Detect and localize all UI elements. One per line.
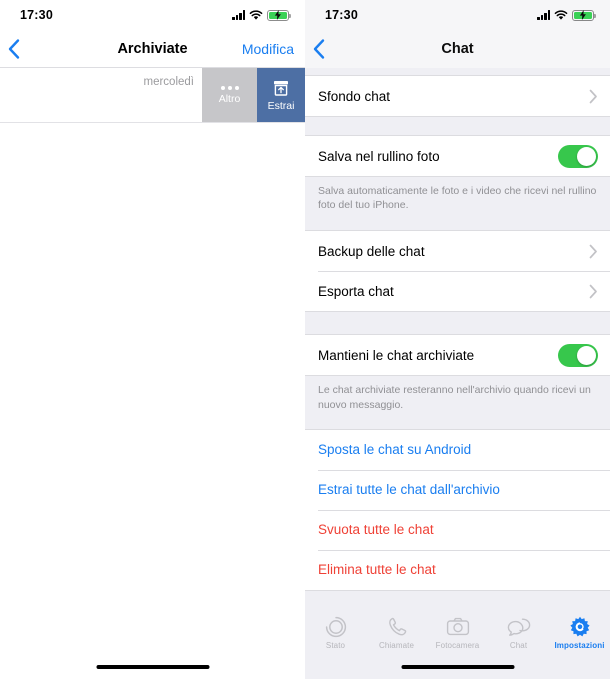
charging-bolt-icon (579, 10, 586, 20)
charging-bolt-icon (274, 10, 281, 20)
toggle-mantieni-archiviate[interactable] (558, 343, 598, 367)
tab-bar: Stato Chiamate Fotocamera Chat Impostazi… (305, 609, 610, 657)
settings-row-mantieni-archiviate[interactable]: Mantieni le chat archiviate (305, 335, 610, 376)
settings-row-label: Sposta le chat su Android (318, 442, 472, 458)
tab-label: Impostazioni (554, 641, 605, 650)
tab-label: Fotocamera (435, 641, 480, 650)
settings-row-label: Salva nel rullino foto (318, 148, 440, 164)
edit-button[interactable]: Modifica (242, 41, 294, 57)
section-spacer (305, 221, 610, 231)
settings-row-esporta-chat[interactable]: Esporta chat (305, 271, 610, 312)
camera-icon (446, 616, 470, 638)
battery-icon (267, 9, 291, 21)
settings-list[interactable]: Sfondo chat Salva nel rullino foto Salva… (305, 68, 610, 679)
status-indicators (232, 9, 291, 21)
chevron-right-icon (589, 89, 598, 104)
status-rings-icon (325, 616, 347, 638)
wifi-icon (249, 9, 263, 20)
dual-screenshot-container: 17:30 Archiviate Modifica mercoledì Altr… (0, 0, 610, 679)
unarchive-box-icon (274, 80, 288, 96)
settings-row-label: Estrai tutte le chat dall'archivio (318, 482, 500, 498)
settings-row-estrai-tutte[interactable]: Estrai tutte le chat dall'archivio (305, 469, 610, 510)
page-title: Chat (441, 41, 474, 57)
toggle-knob (577, 146, 596, 166)
settings-row-backup-chat[interactable]: Backup delle chat (305, 231, 610, 272)
settings-row-label: Svuota tutte le chat (318, 522, 434, 538)
cellular-signal-icon (232, 10, 245, 20)
chat-bubbles-icon (507, 616, 531, 638)
more-action-button[interactable]: Altro (202, 68, 257, 122)
chevron-left-icon (313, 39, 325, 59)
archived-chat-row[interactable]: mercoledì Altro Estrai (0, 68, 305, 123)
settings-row-sposta-android[interactable]: Sposta le chat su Android (305, 429, 610, 470)
right-phone-screen: 17:30 Chat Sfondo chat Salva nel rullino… (305, 0, 610, 679)
tab-label: Chat (509, 641, 528, 650)
back-button[interactable] (7, 38, 21, 60)
tab-label: Chiamate (378, 641, 415, 650)
settings-row-label: Elimina tutte le chat (318, 562, 436, 578)
tab-chat[interactable]: Chat (488, 616, 549, 650)
settings-footnote-keep-archived: Le chat archiviate resteranno nell'archi… (305, 376, 610, 421)
tab-chiamate[interactable]: Chiamate (366, 616, 427, 650)
chevron-right-icon (589, 244, 598, 259)
chevron-left-icon (8, 38, 20, 59)
settings-row-label: Sfondo chat (318, 88, 391, 104)
cellular-signal-icon (537, 10, 550, 20)
settings-row-sfondo-chat[interactable]: Sfondo chat (305, 76, 610, 116)
tab-label: Stato (325, 641, 346, 650)
settings-group-backup: Backup delle chat Esporta chat (305, 230, 610, 313)
status-time: 17:30 (20, 8, 53, 22)
home-indicator-right (401, 665, 514, 669)
settings-row-label: Backup delle chat (318, 243, 425, 259)
unarchive-action-label: Estrai (267, 99, 295, 112)
section-spacer (305, 68, 610, 75)
tab-stato[interactable]: Stato (305, 616, 366, 650)
more-action-label: Altro (218, 92, 241, 105)
section-spacer (305, 420, 610, 429)
section-spacer (305, 117, 610, 135)
gear-icon (569, 616, 591, 638)
tab-impostazioni[interactable]: Impostazioni (549, 616, 610, 650)
settings-group-wallpaper: Sfondo chat (305, 75, 610, 117)
settings-group-camera-roll: Salva nel rullino foto (305, 135, 610, 177)
tab-fotocamera[interactable]: Fotocamera (427, 616, 488, 650)
settings-row-label: Esporta chat (318, 283, 394, 299)
phone-icon (386, 616, 408, 638)
wifi-icon (554, 9, 568, 20)
settings-footnote-camera-roll: Salva automaticamente le foto e i video … (305, 177, 610, 222)
nav-bar-right: Chat (305, 30, 610, 68)
settings-row-label: Mantieni le chat archiviate (318, 347, 475, 363)
status-indicators (537, 9, 596, 21)
toggle-knob (577, 345, 596, 365)
settings-row-salva-rullino[interactable]: Salva nel rullino foto (305, 136, 610, 176)
back-button[interactable] (312, 38, 326, 60)
chat-timestamp: mercoledì (143, 76, 195, 88)
status-bar-right: 17:30 (305, 0, 610, 30)
unarchive-action-button[interactable]: Estrai (257, 68, 305, 122)
chevron-right-icon (589, 284, 598, 299)
nav-bar-left: Archiviate Modifica (0, 30, 305, 68)
status-time: 17:30 (325, 8, 358, 22)
settings-group-keep-archived: Mantieni le chat archiviate (305, 334, 610, 377)
home-indicator-left (96, 665, 209, 669)
section-spacer (305, 312, 610, 335)
chat-row-content: mercoledì (0, 68, 202, 122)
left-phone-screen: 17:30 Archiviate Modifica mercoledì Altr… (0, 0, 305, 679)
settings-row-elimina-tutte[interactable]: Elimina tutte le chat (305, 549, 610, 590)
settings-row-svuota-tutte[interactable]: Svuota tutte le chat (305, 509, 610, 550)
status-bar-left: 17:30 (0, 0, 305, 30)
ellipsis-icon (220, 85, 239, 90)
settings-group-actions: Sposta le chat su Android Estrai tutte l… (305, 428, 610, 591)
battery-icon (572, 9, 596, 21)
toggle-salva-rullino[interactable] (558, 144, 598, 168)
